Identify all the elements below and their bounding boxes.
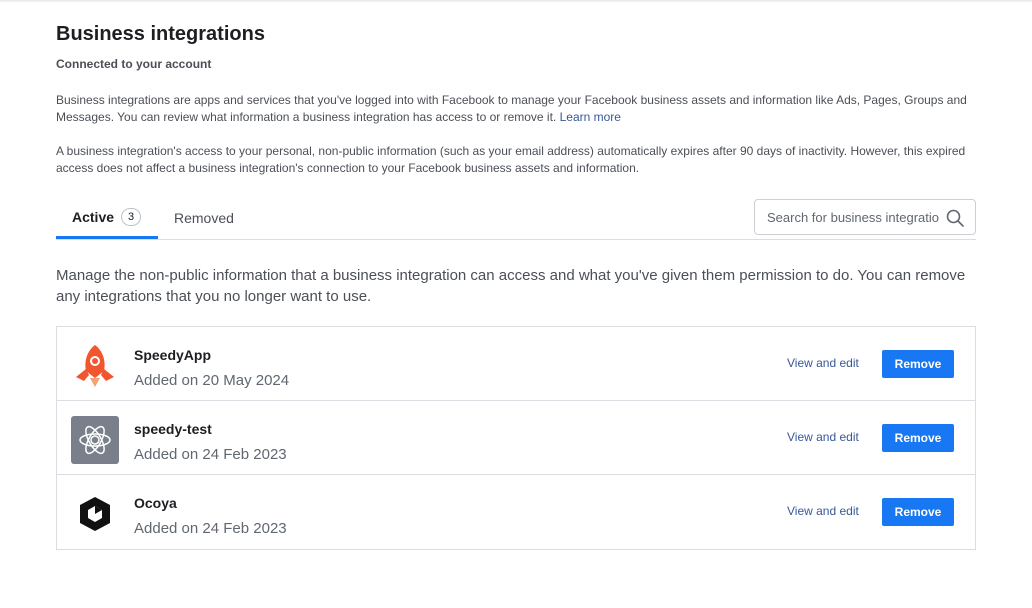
intro-paragraph: Business integrations are apps and servi… [56,92,976,126]
remove-button[interactable]: Remove [882,350,954,378]
top-divider [0,0,1032,3]
search-icon[interactable] [945,208,965,228]
page-title: Business integrations [56,23,265,45]
intro-text: Business integrations are apps and servi… [56,93,967,124]
atom-icon [70,415,120,465]
page-subtitle: Connected to your account [56,57,212,71]
view-and-edit-link[interactable]: View and edit [787,356,859,370]
tab-active[interactable]: Active 3 [56,197,158,239]
integration-date: Added on 24 Feb 2023 [134,520,287,537]
integration-name: speedy-test [134,421,212,437]
expiry-paragraph: A business integration's access to your … [56,144,966,175]
tab-removed-label: Removed [174,210,234,226]
integration-name: Ocoya [134,495,177,511]
search-box [754,199,976,235]
ocoya-logo-icon [70,489,120,539]
integration-name: SpeedyApp [134,347,212,363]
rocket-icon [70,341,120,391]
remove-button[interactable]: Remove [882,424,954,452]
integration-date: Added on 24 Feb 2023 [134,446,287,463]
manage-description: Manage the non-public information that a… [56,267,966,305]
remove-button[interactable]: Remove [882,498,954,526]
tab-active-count-badge: 3 [121,207,142,226]
tab-active-label: Active [72,208,115,225]
tab-removed[interactable]: Removed [174,197,234,239]
integration-row-speedyapp: SpeedyApp Added on 20 May 2024 View and … [57,327,975,401]
search-input[interactable] [767,209,939,225]
integration-row-speedy-test: speedy-test Added on 24 Feb 2023 View an… [57,401,975,475]
learn-more-link[interactable]: Learn more [560,110,621,124]
integration-date: Added on 20 May 2024 [134,372,290,389]
view-and-edit-link[interactable]: View and edit [787,430,859,444]
view-and-edit-link[interactable]: View and edit [787,504,859,518]
integrations-list: SpeedyApp Added on 20 May 2024 View and … [56,326,976,550]
integration-row-ocoya: Ocoya Added on 24 Feb 2023 View and edit… [57,475,975,549]
